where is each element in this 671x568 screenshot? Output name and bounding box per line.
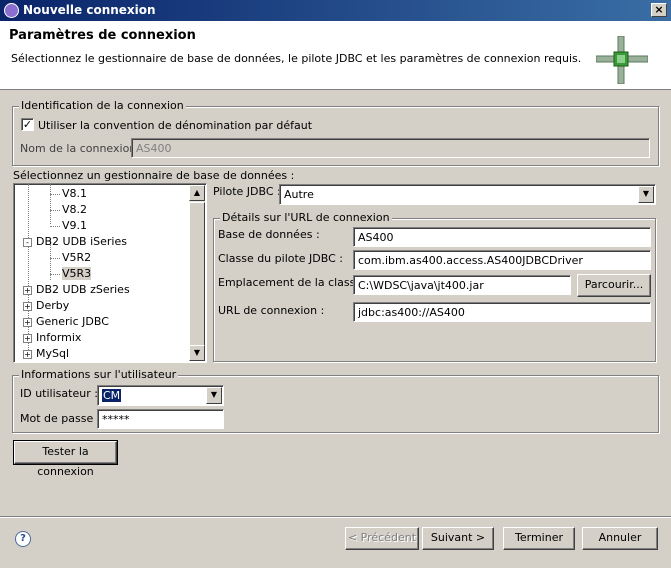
close-icon: × <box>654 3 664 16</box>
page-title: Paramètres de connexion <box>9 28 196 43</box>
group-label: Détails sur l'URL de connexion <box>220 211 392 224</box>
wizard-header: Paramètres de connexion Sélectionnez le … <box>0 21 671 90</box>
dropdown-arrow-icon[interactable]: ▼ <box>206 387 222 404</box>
user-id-value: CM <box>102 389 122 402</box>
tree-item-informix[interactable]: + Informix <box>23 330 81 346</box>
expand-icon[interactable]: + <box>23 285 32 295</box>
db-manager-label: Sélectionnez un gestionnaire de base de … <box>13 169 295 182</box>
use-default-naming-checkbox[interactable]: ✓ <box>21 118 34 131</box>
tree-item-mysql[interactable]: + MySql <box>23 346 69 362</box>
password-label: Mot de passe : <box>20 412 101 425</box>
driver-class-label: Classe du pilote JDBC : <box>218 252 344 265</box>
cancel-button[interactable]: Annuler <box>582 527 658 550</box>
database-label: Base de données : <box>218 228 320 241</box>
help-icon[interactable]: ? <box>15 531 31 547</box>
class-location-field[interactable]: C:\WDSC\java\jt400.jar <box>353 275 571 295</box>
connection-name-label: Nom de la connexion : <box>20 142 144 155</box>
connection-url-label: URL de connexion : <box>218 304 325 317</box>
title-bar[interactable]: Nouvelle connexion × <box>0 0 671 21</box>
tree-item-v91[interactable]: V9.1 <box>50 218 87 234</box>
next-button[interactable]: Suivant > <box>422 527 494 550</box>
user-id-label: ID utilisateur : <box>20 387 98 400</box>
tree-item-v5r2[interactable]: V5R2 <box>50 250 91 266</box>
page-description: Sélectionnez le gestionnaire de base de … <box>11 52 582 65</box>
dropdown-arrow-icon[interactable]: ▼ <box>638 186 654 203</box>
tree-item-derby[interactable]: + Derby <box>23 298 69 314</box>
expand-icon[interactable]: + <box>23 301 32 311</box>
expand-icon[interactable]: + <box>23 349 32 359</box>
jdbc-driver-select[interactable]: Autre ▼ <box>279 184 656 205</box>
tree-item-v81[interactable]: V8.1 <box>50 186 87 202</box>
use-default-naming-label: Utiliser la convention de dénomination p… <box>38 119 313 132</box>
database-field[interactable]: AS400 <box>353 227 651 247</box>
group-label: Informations sur l'utilisateur <box>19 368 179 381</box>
jdbc-driver-label: Pilote JDBC : <box>213 185 281 198</box>
connection-name-field[interactable]: AS400 <box>131 138 650 158</box>
tree-item-db2-iseries[interactable]: - DB2 UDB iSeries <box>23 234 127 250</box>
group-label: Identification de la connexion <box>19 99 186 112</box>
db-manager-tree[interactable]: V8.1 V8.2 V9.1 - DB2 UDB iSeries V5R2 V5R… <box>13 183 207 363</box>
tree-scrollbar[interactable]: ▲ ▼ <box>189 185 205 361</box>
collapse-icon[interactable]: - <box>23 237 32 247</box>
scroll-down-button[interactable]: ▼ <box>189 345 205 361</box>
scroll-thumb[interactable] <box>189 202 205 347</box>
connection-wizard-icon <box>596 36 648 84</box>
password-field[interactable]: ***** <box>97 409 224 429</box>
footer-divider <box>0 516 671 518</box>
tree-item-db2-zseries[interactable]: + DB2 UDB zSeries <box>23 282 130 298</box>
connection-url-field[interactable]: jdbc:as400://AS400 <box>353 302 651 322</box>
expand-icon[interactable]: + <box>23 333 32 343</box>
finish-button[interactable]: Terminer <box>503 527 575 550</box>
tree-item-v5r3[interactable]: V5R3 <box>50 266 92 282</box>
tree-item-generic-jdbc[interactable]: + Generic JDBC <box>23 314 109 330</box>
app-icon <box>4 3 19 18</box>
test-connection-button[interactable]: Tester la connexion <box>13 440 118 478</box>
browse-button[interactable]: Parcourir... <box>577 274 651 297</box>
user-id-combo[interactable]: CM ▼ <box>97 385 224 406</box>
previous-button[interactable]: < Précédent <box>345 527 419 550</box>
jdbc-driver-value: Autre <box>284 188 314 201</box>
close-button[interactable]: × <box>651 3 667 17</box>
tree-item-v82[interactable]: V8.2 <box>50 202 87 218</box>
window-title: Nouvelle connexion <box>23 3 156 17</box>
driver-class-field[interactable]: com.ibm.as400.access.AS400JDBCDriver <box>353 250 651 270</box>
class-location-label: Emplacement de la classe : <box>218 276 370 289</box>
expand-icon[interactable]: + <box>23 317 32 327</box>
dialog-window: Nouvelle connexion × Paramètres de conne… <box>0 0 671 568</box>
scroll-up-button[interactable]: ▲ <box>189 185 205 201</box>
